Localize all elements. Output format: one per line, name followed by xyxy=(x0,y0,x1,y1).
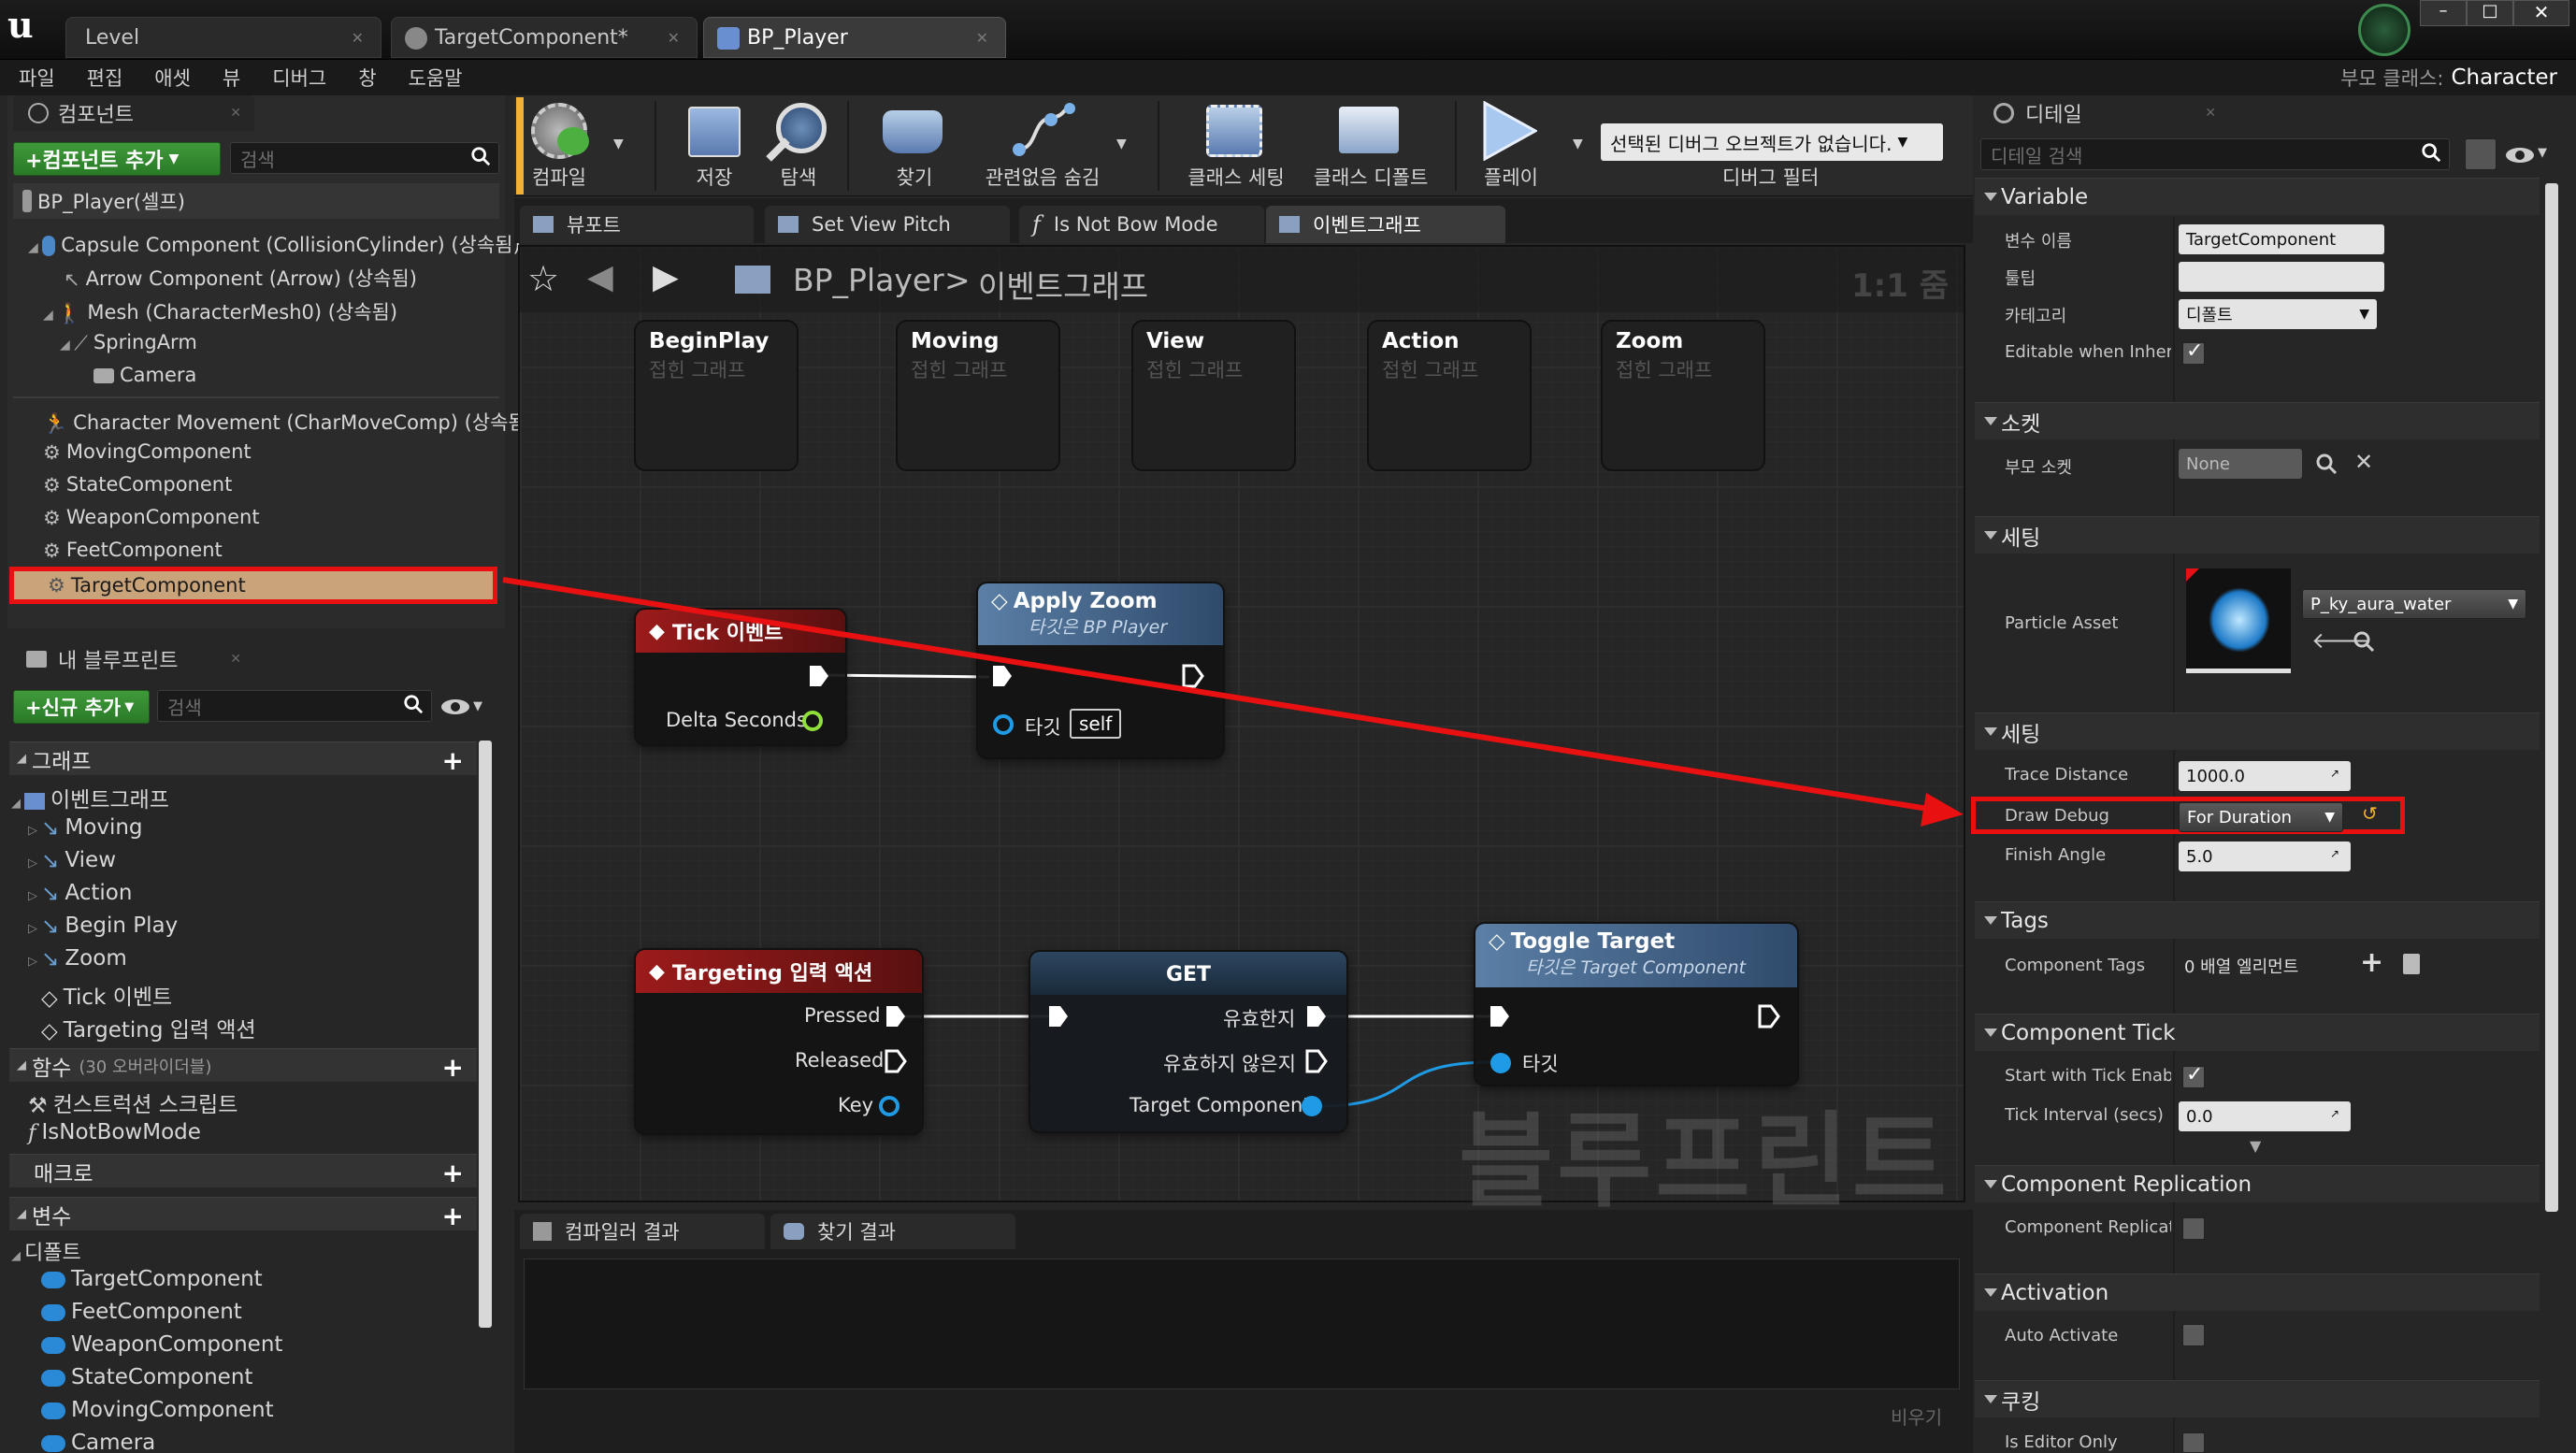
annotation-arrow xyxy=(502,577,1964,827)
